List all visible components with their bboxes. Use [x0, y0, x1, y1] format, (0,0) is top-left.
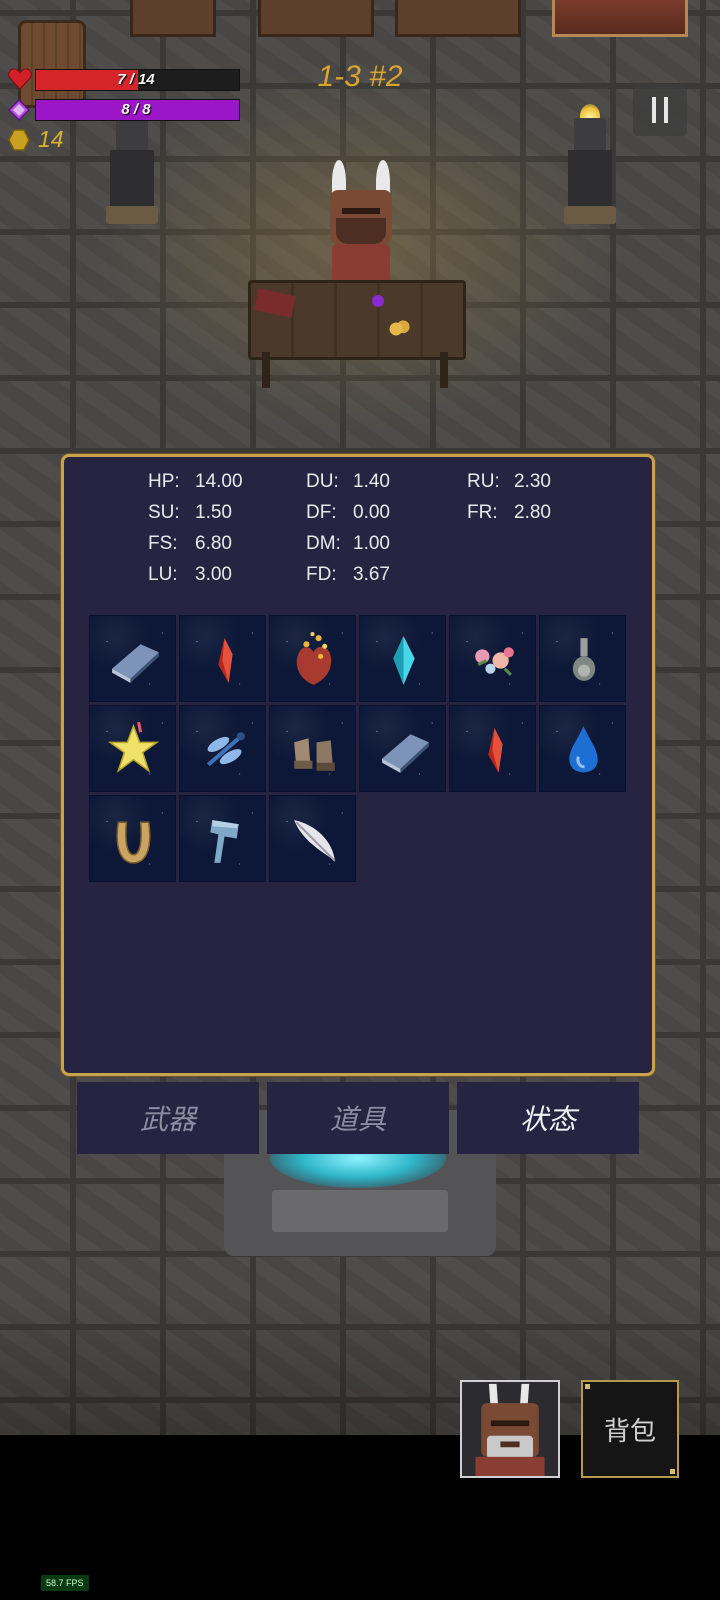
mana-text: 8 / 8: [121, 101, 151, 118]
potion-on-table: [372, 295, 384, 307]
water-drop-icon: [569, 726, 598, 773]
stat-value: 0.00: [353, 502, 390, 523]
item-slot[interactable]: [449, 615, 536, 702]
item-slot[interactable]: [269, 795, 356, 882]
heart-icon: [296, 632, 332, 685]
item-slot[interactable]: [359, 615, 446, 702]
red-crystal-icon: [218, 638, 233, 683]
stat-label: LU:: [148, 564, 178, 585]
item-slot[interactable]: [359, 705, 446, 792]
tab-weapons[interactable]: 武器: [77, 1082, 259, 1154]
stat-label: DF:: [306, 502, 337, 523]
status-panel: HP: 14.00 DU: 1.40 RU: 2.30 SU: 1.50 DF: 0.00 FR: 2…: [61, 454, 655, 1076]
merchant-npc[interactable]: [326, 160, 396, 286]
stat-label: SU:: [148, 502, 180, 523]
item-slot[interactable]: [269, 705, 356, 792]
hero-face-icon: [462, 1382, 558, 1476]
item-slot[interactable]: [449, 705, 536, 792]
flask-icon: [572, 638, 596, 681]
stat-label: DU:: [306, 471, 339, 492]
backpack-button[interactable]: 背包: [581, 1380, 679, 1478]
item-slot[interactable]: [89, 615, 176, 702]
item-slot[interactable]: [269, 615, 356, 702]
cyan-crystal-icon: [393, 636, 415, 685]
feather-icon: [294, 820, 336, 862]
mana-crystal-icon: [8, 99, 30, 121]
item-slot[interactable]: [89, 795, 176, 882]
stat-value: 3.67: [353, 564, 390, 585]
stat-value: 1.00: [353, 533, 390, 554]
stage-label: 1-3 #2: [317, 60, 403, 93]
wall-shelf: [130, 0, 216, 37]
heart-icon: [8, 68, 32, 90]
stat-label: HP:: [148, 471, 180, 492]
item-slot[interactable]: [539, 615, 626, 702]
item-slot[interactable]: [179, 615, 266, 702]
mana-bar: 8 / 8: [35, 99, 240, 121]
stat-label: FD:: [306, 564, 337, 585]
pause-button[interactable]: [633, 84, 687, 136]
horseshoe-icon: [116, 821, 151, 864]
character-portrait[interactable]: [460, 1380, 560, 1478]
tab-status[interactable]: 状态: [457, 1082, 639, 1154]
red-crystal-icon: [488, 728, 503, 773]
hp-bar: 7 / 14: [35, 69, 240, 91]
stats-grid: HP: 14.00 DU: 1.40 RU: 2.30 SU: 1.50 DF: 0.00 FR: 2…: [64, 471, 652, 601]
item-slot[interactable]: [179, 795, 266, 882]
treasure-chest: [552, 0, 688, 37]
stat-value: 1.40: [353, 471, 390, 492]
stat-value: 2.80: [514, 502, 551, 523]
boots-icon: [294, 738, 335, 771]
dragonfly-icon: [206, 732, 245, 767]
flowers-icon: [475, 647, 514, 676]
stat-value: 2.30: [514, 471, 551, 492]
torch-pillar-right: [564, 104, 616, 228]
fps-counter: 58.7 FPS: [41, 1575, 89, 1591]
stat-value: 6.80: [195, 533, 232, 554]
item-slot[interactable]: [539, 705, 626, 792]
axe-icon: [210, 820, 239, 863]
stat-value: 1.50: [195, 502, 232, 523]
item-slot[interactable]: [89, 705, 176, 792]
stat-label: RU:: [467, 471, 500, 492]
wall-shelf: [258, 0, 374, 37]
stat-value: 14.00: [195, 471, 243, 492]
stat-value: 3.00: [195, 564, 232, 585]
wall-shelf: [395, 0, 521, 37]
stat-label: FS:: [148, 533, 178, 554]
tab-items[interactable]: 道具: [267, 1082, 449, 1154]
star-icon: [107, 721, 160, 773]
gold-coin-icon: [8, 129, 30, 151]
item-slot[interactable]: [179, 705, 266, 792]
stat-label: FR:: [467, 502, 498, 523]
blue-book-icon: [382, 734, 429, 773]
stat-label: DM:: [306, 533, 341, 554]
coins-on-table: [378, 318, 414, 340]
torch-pillar-left: [106, 104, 158, 228]
blue-book-icon: [112, 644, 159, 683]
pause-icon: [652, 97, 656, 123]
hp-text: 7 / 14: [117, 71, 155, 88]
barrel: [18, 20, 86, 108]
gold-count: 14: [38, 126, 64, 152]
